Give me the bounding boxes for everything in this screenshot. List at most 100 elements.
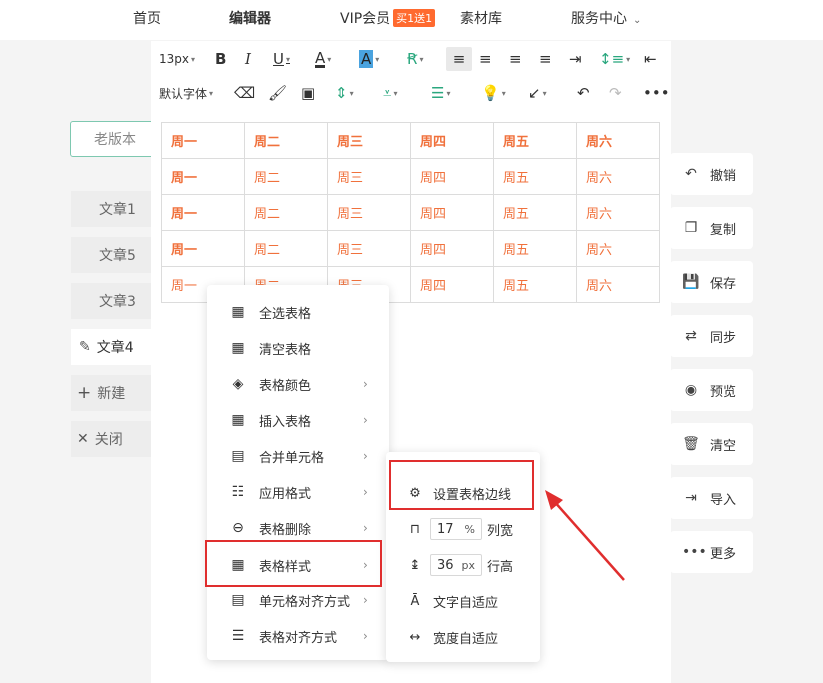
spacing-icon[interactable]: ⇕ ▾ [335, 81, 354, 105]
table-cell[interactable]: 周二 [244, 194, 328, 231]
table-cell[interactable]: 周六 [576, 266, 660, 303]
table-cell[interactable]: 周一 [161, 230, 245, 267]
submenu-item-text-fit[interactable]: Ā 文字自适应 [386, 583, 540, 619]
copy-button[interactable]: ❐ 复制 [670, 207, 753, 249]
table-cell[interactable]: 周五 [493, 158, 577, 195]
indent-icon[interactable]: ⇥ [569, 47, 582, 71]
underline-icon[interactable]: U ▾ [273, 47, 290, 71]
save-label: 保存 [710, 276, 737, 292]
table-cell[interactable]: 周五 [493, 230, 577, 267]
font-color-icon[interactable]: A ▾ [315, 47, 331, 71]
format-icon: ☷ [231, 484, 245, 500]
table-cell[interactable]: 周六 [576, 194, 660, 231]
table-cell[interactable]: 周三 [327, 158, 411, 195]
table-cell[interactable]: 周二 [244, 230, 328, 267]
align-left-icon[interactable]: ≡ [446, 47, 472, 71]
submenu-item-width-fit[interactable]: ↔ 宽度自适应 [386, 619, 540, 655]
close-icon: ✕ [77, 431, 89, 447]
sync-button[interactable]: ⇄ 同步 [670, 315, 753, 357]
indent-spacing-icon[interactable]: ☰ ▾ [431, 81, 450, 105]
redo-icon[interactable]: ↷ [609, 81, 622, 105]
nav-service[interactable]: 服务中心 ⌄ [571, 8, 641, 28]
table-cell[interactable]: 周三 [327, 230, 411, 267]
nav-editor[interactable]: 编辑器 [229, 8, 271, 28]
import-icon: ⇥ [685, 490, 697, 506]
menu-item-table-color[interactable]: ◈ 表格颜色 › [207, 366, 389, 402]
nav-vip[interactable]: VIP会员 买1送1 [340, 8, 436, 28]
font-family-select[interactable]: 默认字体 ▾ [159, 81, 213, 105]
menu-item-table-align[interactable]: ☰ 表格对齐方式 › [207, 618, 389, 654]
table-cell[interactable]: 周四 [410, 122, 494, 159]
align-right-icon[interactable]: ≡ [509, 47, 522, 71]
sync-icon: ⇄ [685, 328, 697, 344]
edit-icon: ✎ [79, 339, 91, 355]
bulb-icon[interactable]: 💡 ▾ [481, 81, 506, 105]
table-cell[interactable]: 周三 [327, 194, 411, 231]
table-cell[interactable]: 周四 [410, 266, 494, 303]
week-table[interactable]: 周一 周二 周三 周四 周五 周六 周一 周二 周三 周四 周五 周六 周一 周… [161, 122, 660, 303]
bold-icon[interactable]: B [215, 47, 226, 71]
save-button[interactable]: 💾 保存 [670, 261, 753, 303]
table-cell[interactable]: 周六 [576, 122, 660, 159]
line-height-icon[interactable]: ↕≡ ▾ [599, 47, 630, 71]
paragraph-spacing-icon[interactable]: ⩡ ▾ [383, 81, 397, 105]
more-label: 更多 [710, 546, 737, 562]
import-button[interactable]: ⇥ 导入 [670, 477, 753, 519]
format-painter-icon[interactable]: 🖌 [268, 81, 287, 105]
table-cell[interactable]: 周四 [410, 158, 494, 195]
menu-item-merge-cells[interactable]: ▤ 合并单元格 › [207, 438, 389, 474]
highlight-icon[interactable]: A ▾ [359, 47, 379, 71]
table-cell[interactable]: 周五 [493, 194, 577, 231]
arrow-icon[interactable]: ↙ ▾ [528, 81, 547, 105]
table-row: 周一 周二 周三 周四 周五 周六 [161, 194, 660, 231]
grid-icon: ▦ [231, 304, 245, 320]
nav-home[interactable]: 首页 [133, 8, 161, 28]
table-cell[interactable]: 周五 [493, 266, 577, 303]
table-cell[interactable]: 周三 [327, 122, 411, 159]
close-button[interactable]: ✕ 关闭 [71, 421, 151, 457]
align-center-icon[interactable]: ≡ [479, 47, 492, 71]
old-version-button[interactable]: 老版本 [70, 121, 160, 157]
menu-item-apply-format[interactable]: ☷ 应用格式 › [207, 474, 389, 510]
table-cell[interactable]: 周二 [244, 122, 328, 159]
table-cell[interactable]: 周六 [576, 230, 660, 267]
chevron-down-icon: ⌄ [633, 15, 642, 26]
menu-item-insert-table[interactable]: ▦ 插入表格 › [207, 402, 389, 438]
undo-button[interactable]: ↶ 撤销 [670, 153, 753, 195]
table-cell[interactable]: 周六 [576, 158, 660, 195]
menu-item-cell-align[interactable]: ▤ 单元格对齐方式 › [207, 582, 389, 618]
menu-item-select-all[interactable]: ▦ 全选表格 [207, 294, 389, 330]
table-cell[interactable]: 周一 [161, 122, 245, 159]
more-button[interactable]: ••• 更多 [670, 531, 753, 573]
italic-icon[interactable]: I [245, 47, 251, 71]
text-fit-icon: Ā [410, 593, 420, 609]
more-icon[interactable]: ••• [643, 81, 670, 105]
table-cell[interactable]: 周二 [244, 158, 328, 195]
row-height-input[interactable]: 36 px [430, 554, 482, 576]
doc-item[interactable]: 文章3 [71, 283, 151, 319]
eraser-icon[interactable]: ⌫ [234, 81, 255, 105]
align-justify-icon[interactable]: ≡ [539, 47, 552, 71]
preview-button[interactable]: ◉ 预览 [670, 369, 753, 411]
table-cell[interactable]: 周四 [410, 194, 494, 231]
exit-icon[interactable]: ⇤ [644, 47, 657, 71]
table-cell[interactable]: 周一 [161, 158, 245, 195]
insert-table-icon: ▦ [231, 412, 245, 428]
preview-label: 预览 [710, 384, 737, 400]
vip-badge: 买1送1 [393, 9, 436, 27]
table-cell[interactable]: 周一 [161, 194, 245, 231]
new-doc-button[interactable]: + 新建 [71, 375, 151, 411]
doc-item-current[interactable]: ✎ 文章4 [71, 329, 151, 365]
clear-button[interactable]: 🗑 清空 [670, 423, 753, 465]
undo-icon[interactable]: ↶ [577, 81, 590, 105]
column-width-input[interactable]: 17% [430, 518, 482, 540]
font-size-select[interactable]: 13px ▾ [159, 47, 195, 71]
clear-format-icon[interactable]: Ꞧ ▾ [407, 47, 423, 71]
nav-materials[interactable]: 素材库 [460, 8, 502, 28]
doc-item[interactable]: 文章1 [71, 191, 151, 227]
image-icon[interactable]: ▣ [301, 81, 315, 105]
doc-item[interactable]: 文章5 [71, 237, 151, 273]
table-cell[interactable]: 周四 [410, 230, 494, 267]
table-cell[interactable]: 周五 [493, 122, 577, 159]
menu-item-clear-table[interactable]: ▦ 清空表格 [207, 330, 389, 366]
